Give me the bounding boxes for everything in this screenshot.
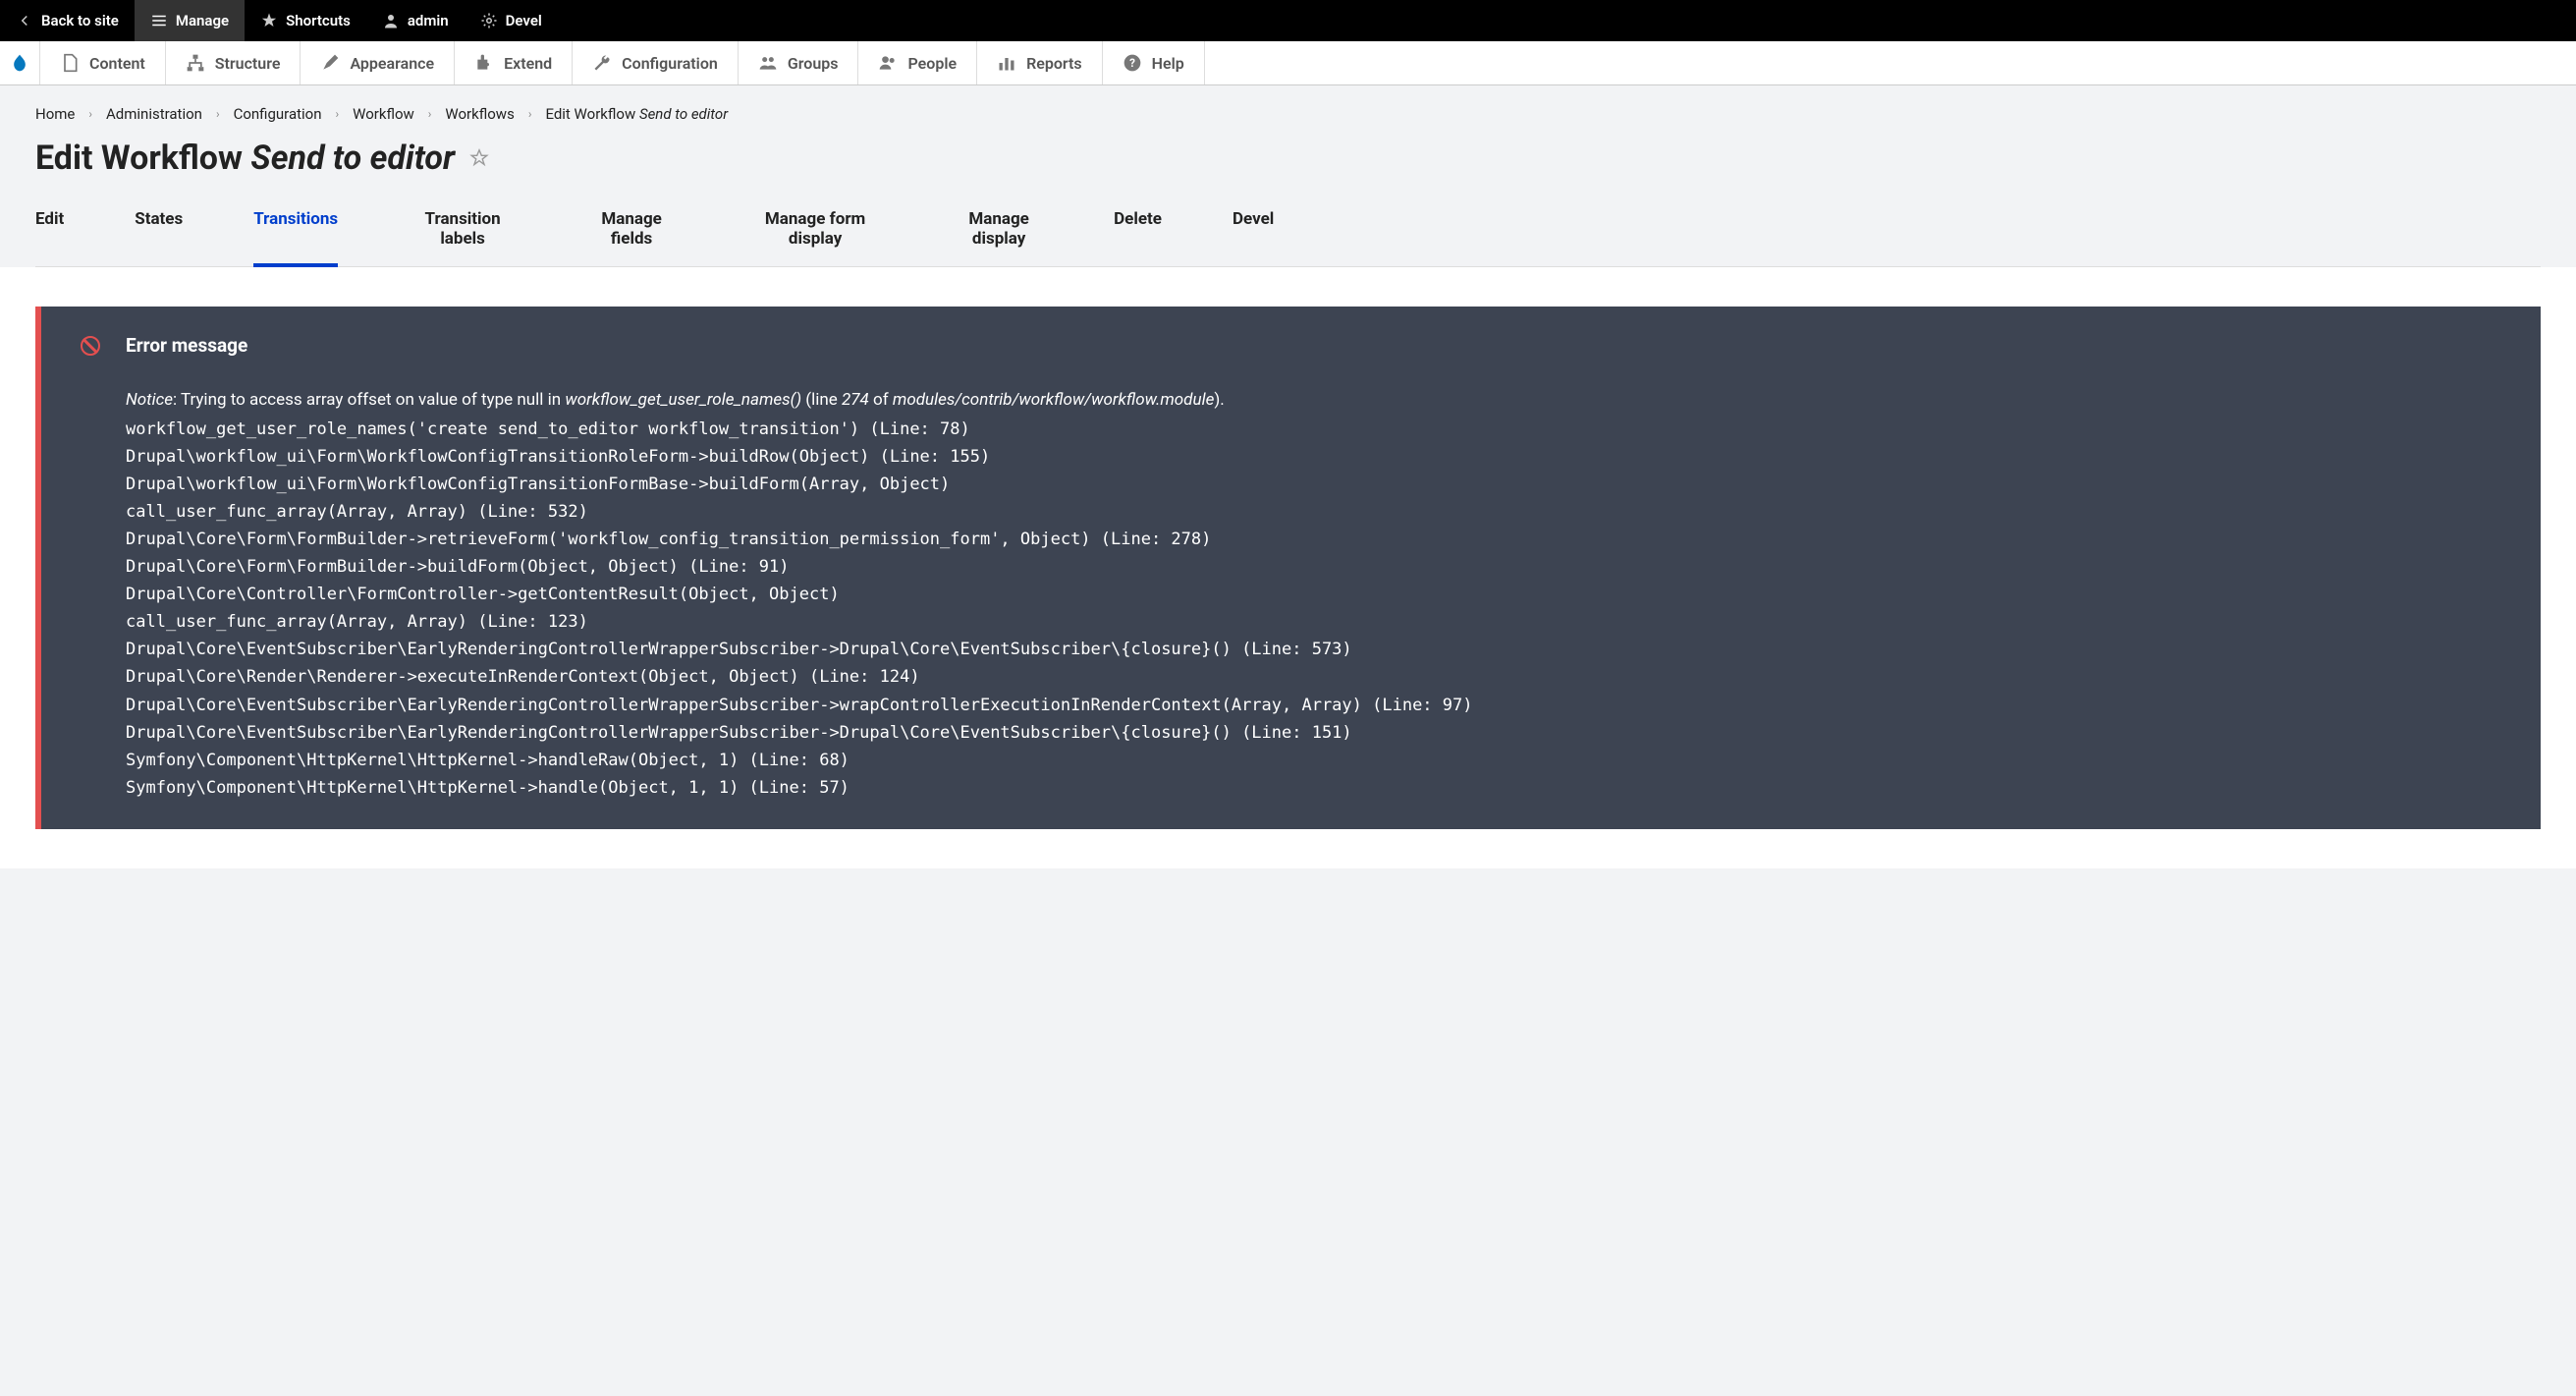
configuration-link[interactable]: Configuration xyxy=(573,41,739,84)
help-label: Help xyxy=(1152,54,1184,73)
manage-button[interactable]: Manage xyxy=(135,0,245,41)
hamburger-icon xyxy=(150,12,168,29)
breadcrumb: Home › Administration › Configuration › … xyxy=(35,105,2541,123)
devel-button[interactable]: Devel xyxy=(465,0,558,41)
reports-label: Reports xyxy=(1026,54,1082,73)
back-to-site-label: Back to site xyxy=(41,12,119,29)
primary-tabs: Edit States Transitions Transition label… xyxy=(35,209,2541,266)
tab-manage-fields[interactable]: Manage fields xyxy=(587,209,676,266)
breadcrumb-configuration[interactable]: Configuration xyxy=(234,105,322,123)
structure-label: Structure xyxy=(215,54,281,73)
favorite-star-icon[interactable] xyxy=(468,147,490,169)
chevron-left-icon xyxy=(16,12,33,29)
header-region: Home › Administration › Configuration › … xyxy=(0,85,2576,267)
error-stack-trace: workflow_get_user_role_names('create sen… xyxy=(126,416,2501,802)
breadcrumb-workflow[interactable]: Workflow xyxy=(353,105,414,123)
breadcrumb-administration[interactable]: Administration xyxy=(106,105,202,123)
hierarchy-icon xyxy=(186,53,205,73)
star-icon xyxy=(260,12,278,29)
structure-link[interactable]: Structure xyxy=(166,41,301,84)
error-notice-line: Notice: Trying to access array offset on… xyxy=(126,386,2501,414)
error-body: Notice: Trying to access array offset on… xyxy=(81,386,2501,802)
appearance-label: Appearance xyxy=(350,54,434,73)
people-link[interactable]: People xyxy=(858,41,977,84)
content-region: Error message Notice: Trying to access a… xyxy=(0,267,2576,868)
tab-delete[interactable]: Delete xyxy=(1114,209,1162,266)
content-label: Content xyxy=(89,54,145,73)
user-icon xyxy=(382,12,400,29)
chevron-right-icon: › xyxy=(428,107,432,121)
content-link[interactable]: Content xyxy=(40,41,166,84)
people-label: People xyxy=(907,54,957,73)
breadcrumb-current: Edit Workflow Send to editor xyxy=(545,105,728,123)
tab-edit[interactable]: Edit xyxy=(35,209,64,266)
back-to-site-button[interactable]: Back to site xyxy=(0,0,135,41)
breadcrumb-home[interactable]: Home xyxy=(35,105,75,123)
help-link[interactable]: ? Help xyxy=(1103,41,1205,84)
people-icon xyxy=(878,53,898,73)
extend-link[interactable]: Extend xyxy=(455,41,573,84)
tab-manage-display[interactable]: Manage display xyxy=(955,209,1043,266)
reports-link[interactable]: Reports xyxy=(977,41,1103,84)
chevron-right-icon: › xyxy=(88,107,92,121)
manage-label: Manage xyxy=(176,12,229,29)
groups-icon xyxy=(758,53,778,73)
extend-label: Extend xyxy=(504,54,552,73)
admin-user-button[interactable]: admin xyxy=(366,0,465,41)
groups-label: Groups xyxy=(788,54,839,73)
gear-icon xyxy=(480,12,498,29)
toolbar-admin: Content Structure Appearance Extend Conf… xyxy=(0,41,2576,85)
shortcuts-button[interactable]: Shortcuts xyxy=(245,0,366,41)
tab-transitions[interactable]: Transitions xyxy=(253,209,338,267)
tab-transition-labels[interactable]: Transition labels xyxy=(409,209,517,266)
chevron-right-icon: › xyxy=(336,107,340,121)
drupal-icon xyxy=(10,53,29,73)
configuration-label: Configuration xyxy=(622,54,718,73)
puzzle-icon xyxy=(474,53,494,73)
wrench-icon xyxy=(592,53,612,73)
chevron-right-icon: › xyxy=(528,107,532,121)
tab-manage-form-display[interactable]: Manage form display xyxy=(746,209,884,266)
tab-devel[interactable]: Devel xyxy=(1233,209,1274,266)
tab-states[interactable]: States xyxy=(135,209,183,266)
bar-chart-icon xyxy=(997,53,1016,73)
chevron-right-icon: › xyxy=(216,107,220,121)
error-message-box: Error message Notice: Trying to access a… xyxy=(35,307,2541,829)
error-header: Error message xyxy=(81,334,2501,357)
file-icon xyxy=(60,53,80,73)
breadcrumb-workflows[interactable]: Workflows xyxy=(445,105,514,123)
groups-link[interactable]: Groups xyxy=(739,41,859,84)
paintbrush-icon xyxy=(320,53,340,73)
drupal-logo[interactable] xyxy=(0,41,40,84)
help-icon: ? xyxy=(1123,53,1142,73)
appearance-link[interactable]: Appearance xyxy=(301,41,455,84)
shortcuts-label: Shortcuts xyxy=(286,12,351,29)
error-heading: Error message xyxy=(126,334,247,357)
svg-text:?: ? xyxy=(1129,56,1135,70)
devel-label: Devel xyxy=(506,12,542,29)
admin-user-label: admin xyxy=(408,12,449,29)
page-title: Edit Workflow Send to editor xyxy=(35,139,2541,178)
error-icon xyxy=(81,336,100,356)
toolbar-top: Back to site Manage Shortcuts admin Deve… xyxy=(0,0,2576,41)
